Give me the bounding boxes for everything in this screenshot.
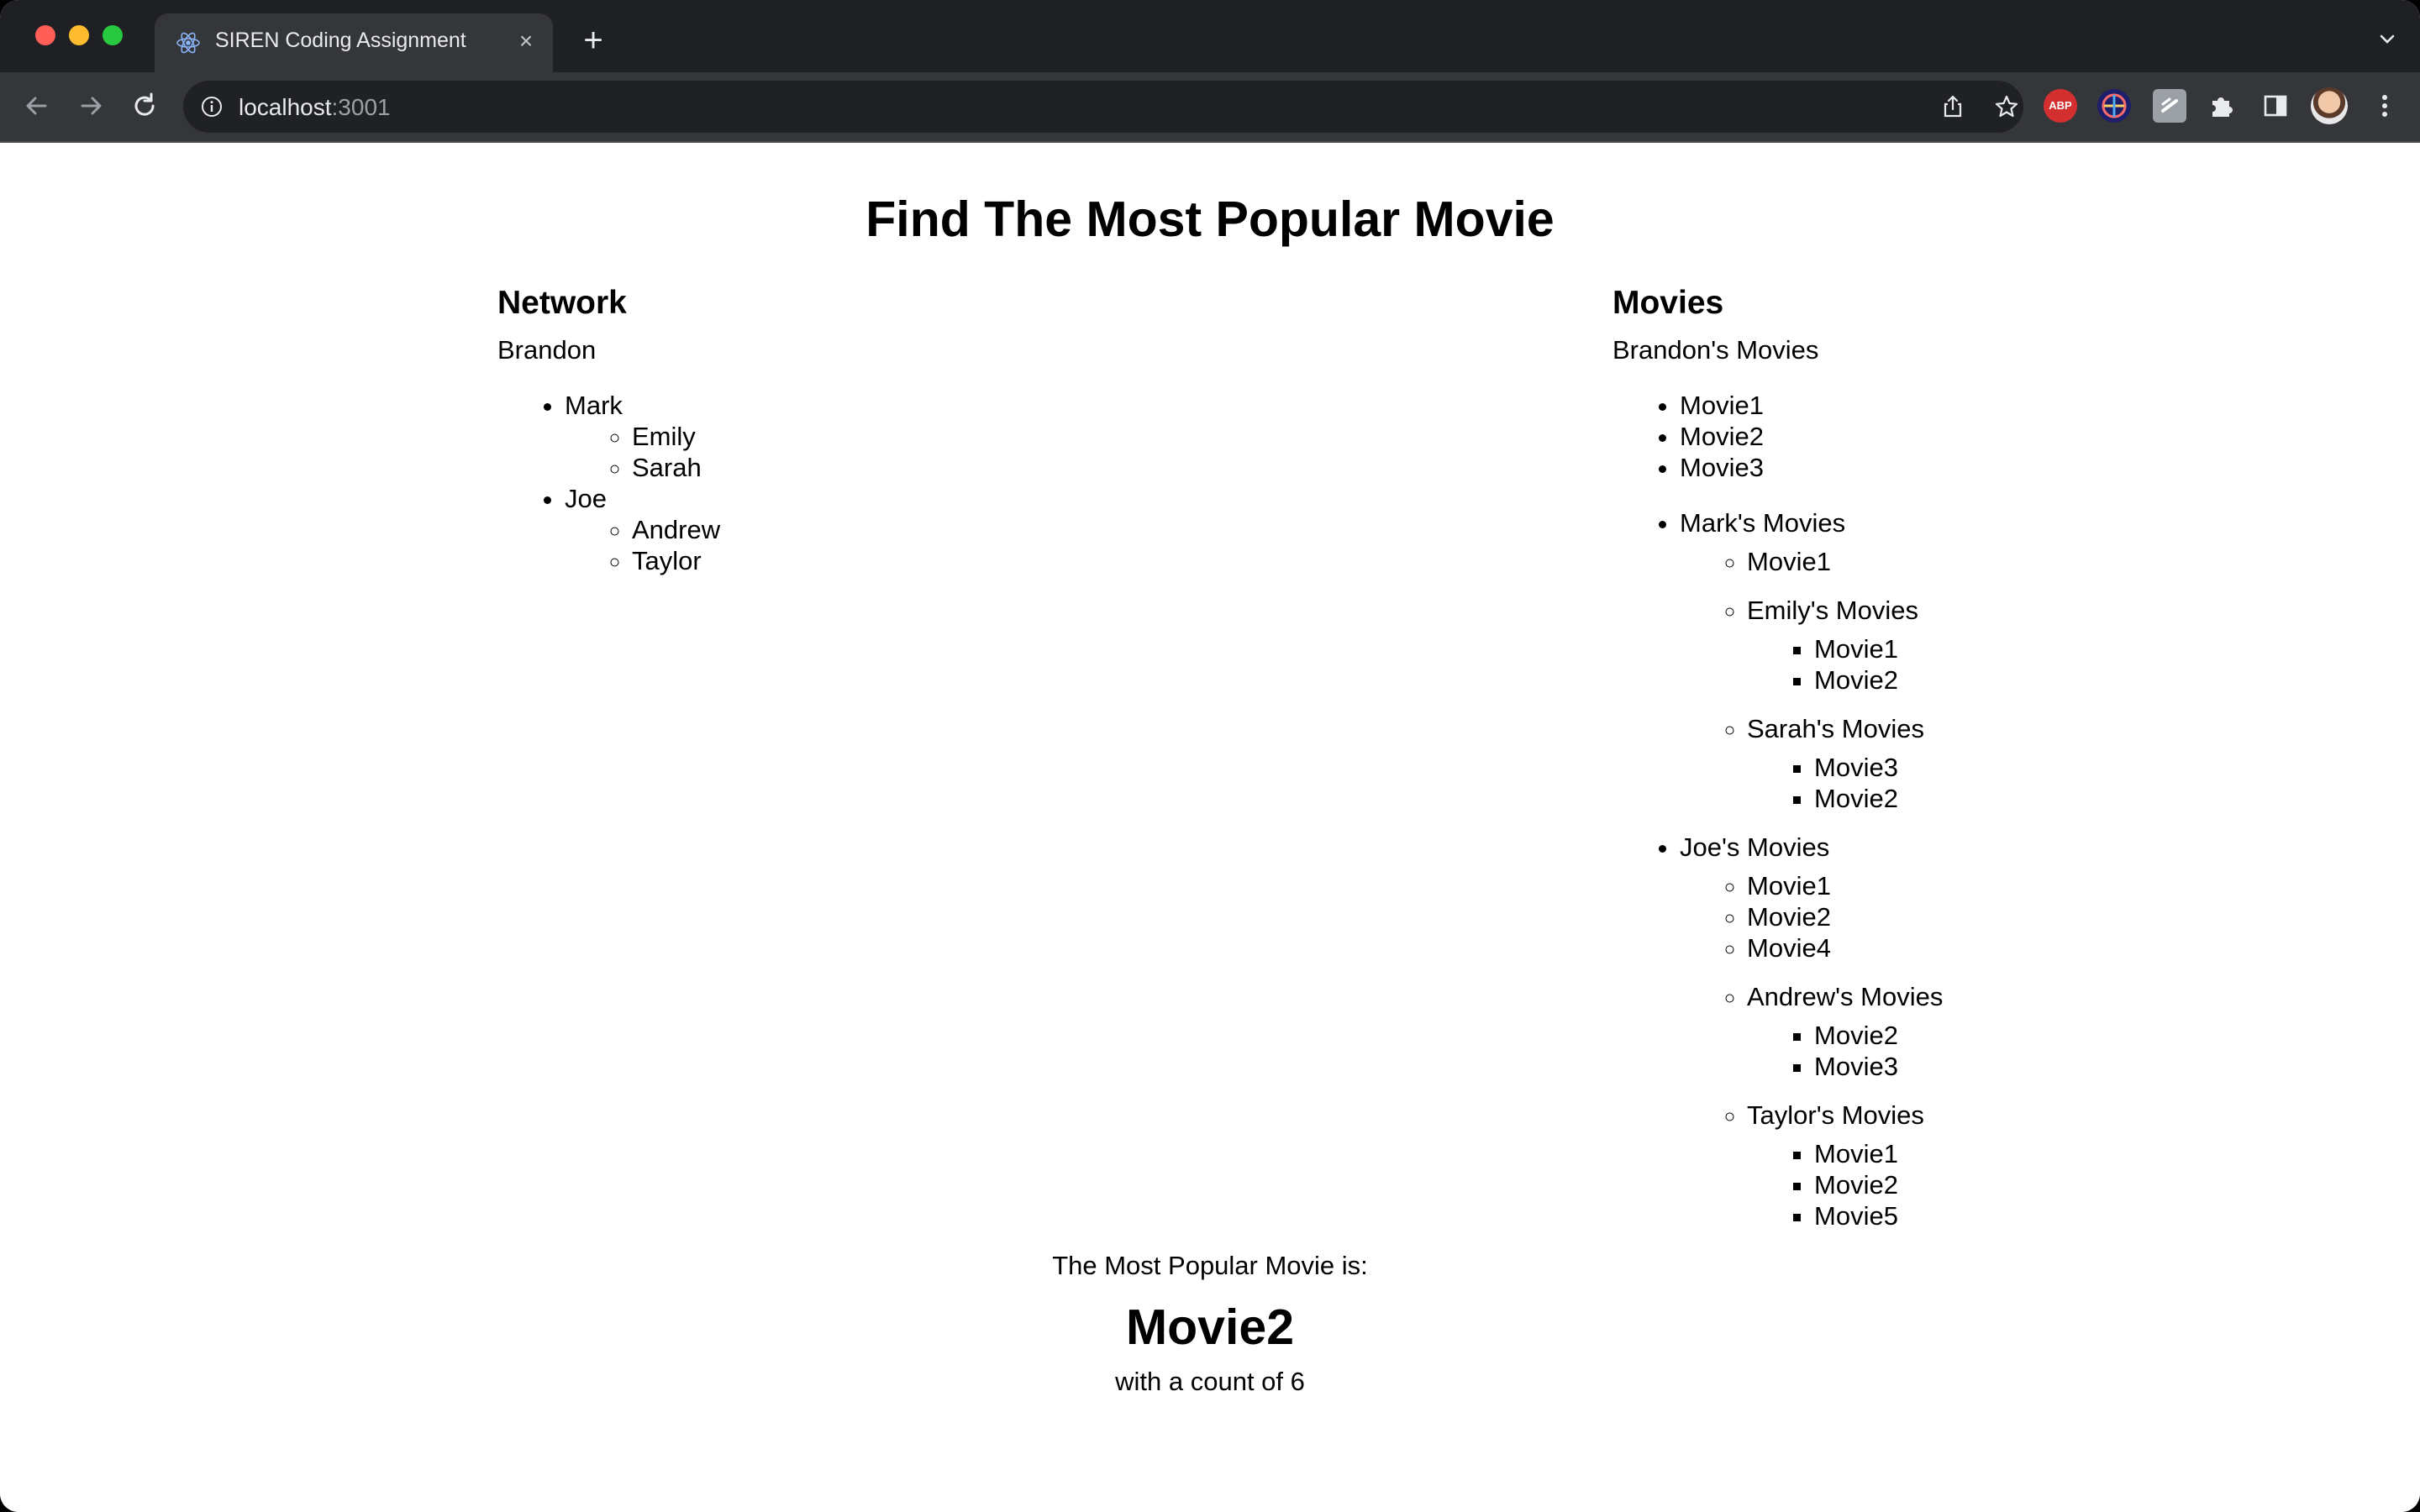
list-item: Andrew bbox=[632, 514, 720, 545]
back-arrow-icon[interactable] bbox=[20, 89, 54, 123]
root-movies-label: Brandon's Movies bbox=[1612, 335, 1819, 365]
chevron-down-icon[interactable] bbox=[2378, 30, 2396, 49]
fof-movies-list: Andrew's Movies Movie2 Movie3 Taylor's M… bbox=[1680, 981, 1943, 1231]
url-text: localhost:3001 bbox=[239, 94, 391, 121]
root-movies-list: Movie1 Movie2 Movie3 bbox=[1612, 390, 1943, 483]
list-item: Taylor's Movies Movie1 Movie2 Movie5 bbox=[1747, 1100, 1943, 1231]
kebab-menu-icon[interactable] bbox=[2368, 89, 2402, 123]
list-item: Joe Andrew Taylor bbox=[565, 483, 720, 576]
page-content: Find The Most Popular Movie Network Bran… bbox=[0, 143, 2420, 1512]
fof-movies-list: Emily's Movies Movie1 Movie2 Sarah's Mov… bbox=[1680, 595, 1943, 814]
list-item: Mark's Movies Movie1 Emily's Movies Movi… bbox=[1680, 507, 1943, 814]
friends-movies-list: Mark's Movies Movie1 Emily's Movies Movi… bbox=[1612, 507, 1943, 1231]
friend-movies-list: Movie1 bbox=[1680, 546, 1943, 577]
network-root-name: Brandon bbox=[497, 335, 597, 365]
address-bar[interactable]: localhost:3001 bbox=[183, 81, 2023, 133]
network-friends-list: Mark Emily Sarah Joe Andrew Taylor bbox=[497, 390, 720, 576]
minimize-window-button[interactable] bbox=[69, 25, 89, 45]
fof-movie-items: Movie1 Movie2 Movie5 bbox=[1747, 1138, 1943, 1231]
list-item: Sarah's Movies Movie3 Movie2 bbox=[1747, 713, 1943, 814]
url-host: localhost bbox=[239, 94, 332, 120]
list-item: Sarah bbox=[632, 452, 720, 483]
maximize-window-button[interactable] bbox=[103, 25, 123, 45]
browser-tab-active[interactable]: SIREN Coding Assignment × bbox=[155, 13, 553, 72]
new-tab-button[interactable]: + bbox=[576, 24, 610, 57]
network-column: Network Brandon Mark Emily Sarah Joe And… bbox=[497, 284, 720, 576]
fof-movie-items: Movie2 Movie3 bbox=[1747, 1020, 1943, 1082]
movies-heading: Movies bbox=[1612, 285, 1724, 321]
friend-movies-label: Mark's Movies bbox=[1680, 508, 1846, 538]
list-item: Movie1 bbox=[1814, 1138, 1943, 1169]
sidepanel-icon[interactable] bbox=[2259, 89, 2292, 123]
tab-strip: SIREN Coding Assignment × + bbox=[0, 0, 2420, 72]
friend-name: Joe bbox=[565, 484, 607, 513]
friend-movies-list: Movie1 Movie2 Movie4 bbox=[1680, 870, 1943, 963]
fof-movie-items: Movie1 Movie2 bbox=[1747, 633, 1943, 696]
friend-of-friend-list: Andrew Taylor bbox=[565, 514, 720, 576]
list-item: Joe's Movies Movie1 Movie2 Movie4 Andrew… bbox=[1680, 832, 1943, 1231]
browser-toolbar: localhost:3001 ABP bbox=[0, 72, 2420, 143]
browser-window: SIREN Coding Assignment × + localhost:30… bbox=[0, 0, 2420, 1512]
list-item: Movie2 bbox=[1747, 901, 1943, 932]
puzzle-icon[interactable] bbox=[2205, 89, 2238, 123]
fof-movie-items: Movie3 Movie2 bbox=[1747, 752, 1943, 814]
network-heading: Network bbox=[497, 285, 627, 321]
react-logo-icon bbox=[176, 32, 200, 54]
page-title: Find The Most Popular Movie bbox=[865, 192, 1555, 247]
list-item: Movie5 bbox=[1814, 1200, 1943, 1231]
list-item: Taylor bbox=[632, 545, 720, 576]
fof-movies-label: Sarah's Movies bbox=[1747, 714, 1924, 743]
tab-title: SIREN Coding Assignment bbox=[215, 29, 466, 52]
list-item: Movie1 bbox=[1814, 633, 1943, 664]
list-item: Movie2 bbox=[1680, 421, 1943, 452]
result-count: with a count of 6 bbox=[1115, 1367, 1305, 1396]
globe-extension-icon[interactable] bbox=[2097, 89, 2131, 123]
url-port: :3001 bbox=[331, 94, 391, 120]
bookmark-star-icon[interactable] bbox=[1993, 93, 2020, 120]
fof-movies-label: Andrew's Movies bbox=[1747, 982, 1944, 1011]
most-popular-movie: Movie2 bbox=[1125, 1299, 1295, 1355]
close-window-button[interactable] bbox=[35, 25, 55, 45]
list-item: Movie1 bbox=[1747, 546, 1943, 577]
fof-movies-label: Emily's Movies bbox=[1747, 596, 1918, 625]
list-item: Movie2 bbox=[1814, 1169, 1943, 1200]
list-item: Movie3 bbox=[1680, 452, 1943, 483]
list-item: Movie1 bbox=[1680, 390, 1943, 421]
list-item: Movie4 bbox=[1747, 932, 1943, 963]
list-item: Movie2 bbox=[1814, 783, 1943, 814]
info-icon[interactable] bbox=[200, 95, 224, 118]
list-item: Mark Emily Sarah bbox=[565, 390, 720, 483]
movies-column: Movies Brandon's Movies Movie1 Movie2 Mo… bbox=[1612, 284, 1943, 1249]
fof-movies-label: Taylor's Movies bbox=[1747, 1100, 1924, 1130]
profile-avatar[interactable] bbox=[2311, 87, 2348, 124]
list-item: Emily bbox=[632, 421, 720, 452]
square-extension-icon[interactable] bbox=[2153, 89, 2186, 123]
friend-of-friend-list: Emily Sarah bbox=[565, 421, 720, 483]
share-icon[interactable] bbox=[1939, 93, 1966, 120]
list-item: Movie3 bbox=[1814, 752, 1943, 783]
list-item: Andrew's Movies Movie2 Movie3 bbox=[1747, 981, 1943, 1082]
close-tab-icon[interactable]: × bbox=[511, 26, 541, 56]
friend-movies-label: Joe's Movies bbox=[1680, 832, 1830, 862]
list-item: Movie3 bbox=[1814, 1051, 1943, 1082]
forward-arrow-icon[interactable] bbox=[74, 89, 108, 123]
result-label: The Most Popular Movie is: bbox=[1052, 1251, 1368, 1280]
list-item: Movie2 bbox=[1814, 1020, 1943, 1051]
list-item: Movie1 bbox=[1747, 870, 1943, 901]
list-item: Movie2 bbox=[1814, 664, 1943, 696]
adblock-plus-icon[interactable]: ABP bbox=[2044, 89, 2077, 123]
reload-icon[interactable] bbox=[128, 89, 161, 123]
friend-name: Mark bbox=[565, 391, 623, 420]
list-item: Emily's Movies Movie1 Movie2 bbox=[1747, 595, 1943, 696]
